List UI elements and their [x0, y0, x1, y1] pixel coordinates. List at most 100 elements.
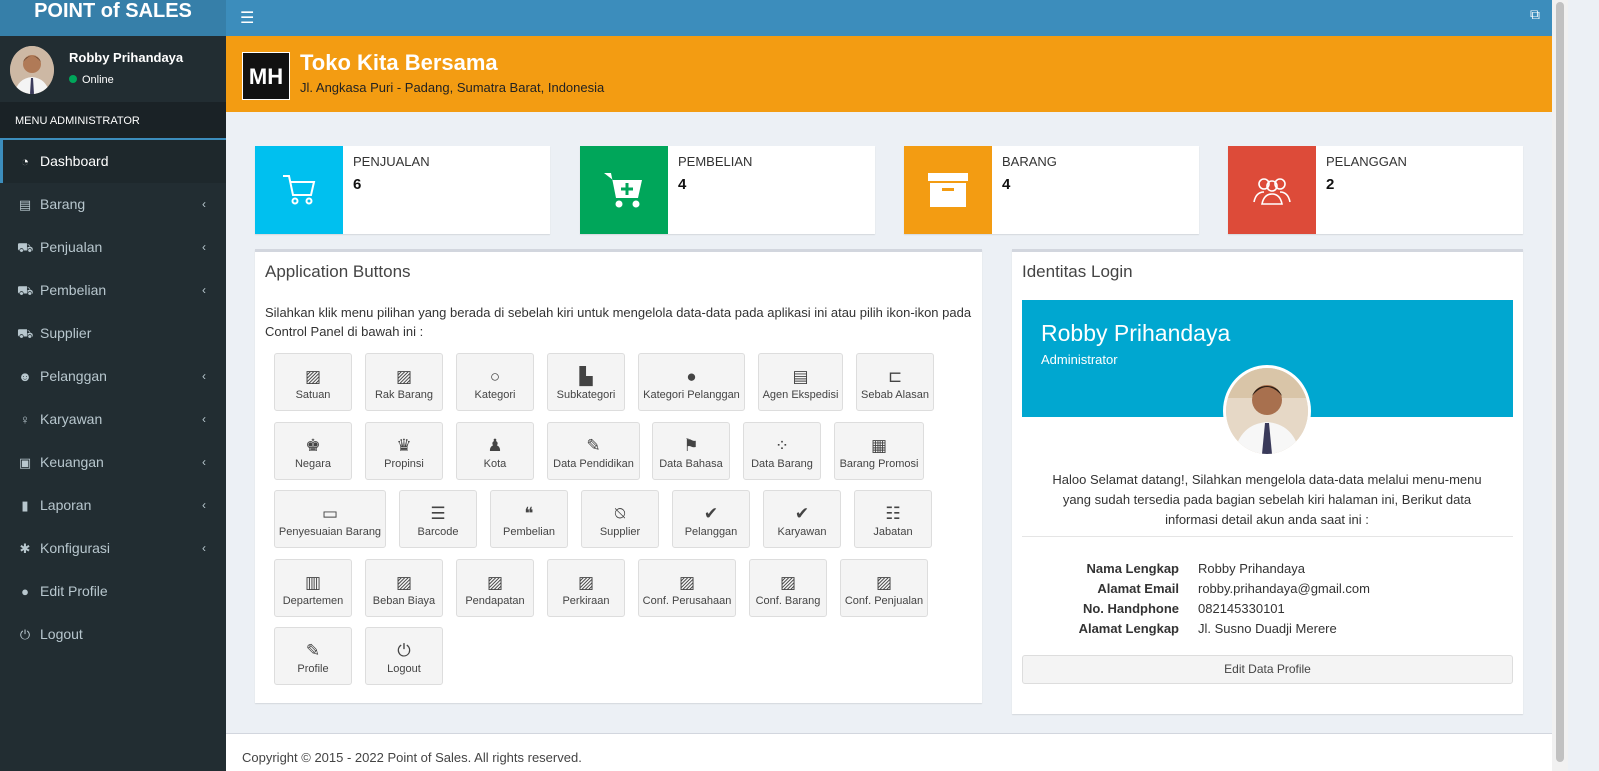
image-icon: ▨ [486, 573, 504, 592]
app-button-perkiraan[interactable]: ▨ Perkiraan [547, 559, 625, 617]
app-button-logout[interactable]: ⏻ Logout [365, 627, 443, 685]
profile-field-value: robby.prihandaya@gmail.com [1198, 581, 1370, 596]
app-logo[interactable]: POINT of SALES [0, 0, 226, 36]
chevron-left-icon: ‹ [202, 412, 206, 426]
edit-data-profile-button[interactable]: Edit Data Profile [1022, 655, 1513, 684]
external-link-icon[interactable]: ⧉ [1530, 6, 1540, 23]
app-button-profile[interactable]: ✎ Profile [274, 627, 352, 685]
app-button-subkategori[interactable]: ▙ Subkategori [547, 353, 625, 411]
stat-pelanggan[interactable]: PELANGGAN 2 [1228, 146, 1523, 234]
avatar [10, 46, 54, 94]
store-name: Toko Kita Bersama [300, 50, 498, 75]
image-icon: ▨ [395, 573, 413, 592]
app-button-departemen[interactable]: ▥ Departemen [274, 559, 352, 617]
chess-queen-icon: ♛ [396, 436, 412, 455]
app-button-barcode[interactable]: ☰ Barcode [399, 490, 477, 548]
app-button-penyesuaian-barang[interactable]: ▭ Penyesuaian Barang [274, 490, 386, 548]
app-button-supplier[interactable]: ⍉ Supplier [581, 490, 659, 548]
stat-pembelian[interactable]: PEMBELIAN 4 [580, 146, 875, 234]
welcome-message: Haloo Selamat datang!, Silahkan mengelol… [1052, 472, 1482, 527]
sidebar-item-edit-profile[interactable]: ● Edit Profile [0, 570, 226, 613]
sidebar-item-konfigurasi[interactable]: ✱ Konfigurasi ‹ [0, 527, 226, 570]
sidebar-item-dashboard[interactable]: ◔ Dashboard [0, 140, 226, 183]
app-button-jabatan[interactable]: ☷ Jabatan [854, 490, 932, 548]
profile-role: Administrator [1041, 352, 1118, 367]
sidebar-item-pembelian[interactable]: ⛟ Pembelian ‹ [0, 269, 226, 312]
user-icon: ● [21, 584, 29, 599]
profile-field-row: No. Handphone 082145330101 [1022, 599, 1513, 619]
sidebar-item-label: Karyawan [40, 411, 103, 427]
chevron-left-icon: ‹ [202, 369, 206, 383]
app-button-rak-barang[interactable]: ▨ Rak Barang [365, 353, 443, 411]
app-button-barang-promosi[interactable]: ▦ Barang Promosi [834, 422, 924, 480]
sidebar-item-karyawan[interactable]: ♀ Karyawan ‹ [0, 398, 226, 441]
vertical-scrollbar[interactable] [1552, 0, 1568, 771]
flag-icon: ⚑ [683, 436, 699, 455]
app-button-label: Sebab Alasan [861, 389, 929, 401]
sidebar-item-penjualan[interactable]: ⛟ Penjualan ‹ [0, 226, 226, 269]
bar-chart-icon: ▥ [304, 573, 322, 592]
stat-barang[interactable]: BARANG 4 [904, 146, 1199, 234]
app-button-conf-penjualan[interactable]: ▨ Conf. Penjualan [840, 559, 928, 617]
app-button-negara[interactable]: ♚ Negara [274, 422, 352, 480]
profile-field-value: Jl. Susno Duadji Merere [1198, 621, 1337, 636]
app-button-label: Logout [387, 663, 421, 675]
user-status: Online [69, 74, 114, 86]
app-button-label: Departemen [282, 595, 344, 607]
sidebar-item-logout[interactable]: ⏻ Logout [0, 613, 226, 656]
app-button-conf-barang[interactable]: ▨ Conf. Barang [749, 559, 827, 617]
app-button-label: Rak Barang [374, 389, 434, 401]
check-icon: ✔ [703, 504, 719, 523]
app-button-pembelian[interactable]: ❝ Pembelian [490, 490, 568, 548]
stat-penjualan[interactable]: PENJUALAN 6 [255, 146, 550, 234]
profile-field-label: Alamat Email [1097, 581, 1179, 596]
store-logo: MH [242, 52, 290, 100]
sidebar-item-laporan[interactable]: ▮ Laporan ‹ [0, 484, 226, 527]
app-button-data-barang[interactable]: ⁘ Data Barang [743, 422, 821, 480]
store-banner: MH Toko Kita Bersama Jl. Angkasa Puri - … [226, 36, 1552, 112]
app-button-data-bahasa[interactable]: ⚑ Data Bahasa [652, 422, 730, 480]
sidebar-item-barang[interactable]: ▤ Barang ‹ [0, 183, 226, 226]
app-button-label: Conf. Penjualan [844, 595, 924, 607]
app-button-kota[interactable]: ♟ Kota [456, 422, 534, 480]
profile-field-label: Alamat Lengkap [1078, 621, 1179, 636]
app-button-sebab-alasan[interactable]: ⊏ Sebab Alasan [856, 353, 934, 411]
app-button-label: Data Bahasa [659, 458, 723, 470]
sidebar-item-label: Edit Profile [40, 583, 108, 599]
scrollbar-thumb[interactable] [1556, 2, 1564, 762]
chevron-left-icon: ‹ [202, 283, 206, 297]
sidebar: POINT of SALES Robby Prihandaya Online M… [0, 0, 226, 771]
sidebar-item-pelanggan[interactable]: ☻ Pelanggan ‹ [0, 355, 226, 398]
stat-value: 6 [353, 176, 362, 193]
chess-pawn-icon: ♟ [487, 436, 503, 455]
app-button-beban-biaya[interactable]: ▨ Beban Biaya [365, 559, 443, 617]
image-icon: ▨ [304, 367, 322, 386]
sidebar-item-supplier[interactable]: ⛟ Supplier [0, 312, 226, 355]
app-button-karyawan[interactable]: ✔ Karyawan [763, 490, 841, 548]
online-dot-icon [69, 75, 77, 83]
store-address: Jl. Angkasa Puri - Padang, Sumatra Barat… [300, 80, 605, 95]
app-button-propinsi[interactable]: ♛ Propinsi [365, 422, 443, 480]
truck-icon: ⛟ [17, 326, 34, 341]
app-button-label: Barcode [417, 526, 459, 538]
app-button-kategori[interactable]: ○ Kategori [456, 353, 534, 411]
stat-value: 4 [1002, 176, 1011, 193]
archive-icon [904, 146, 992, 234]
sidebar-item-keuangan[interactable]: ▣ Keuangan ‹ [0, 441, 226, 484]
app-button-pelanggan[interactable]: ✔ Pelanggan [672, 490, 750, 548]
footer-text: Copyright © 2015 - 2022 Point of Sales. … [242, 750, 582, 765]
app-button-pendapatan[interactable]: ▨ Pendapatan [456, 559, 534, 617]
profile-photo [1223, 365, 1311, 457]
archive-icon: ▤ [18, 197, 32, 212]
image-icon: ▨ [395, 367, 413, 386]
hamburger-menu-icon[interactable]: ☰ [240, 8, 254, 28]
app-button-data-pendidikan[interactable]: ✎ Data Pendidikan [547, 422, 640, 480]
app-button-kategori-pelanggan[interactable]: ● Kategori Pelanggan [638, 353, 745, 411]
app-button-agen-ekspedisi[interactable]: ▤ Agen Ekspedisi [758, 353, 843, 411]
app-button-satuan[interactable]: ▨ Satuan [274, 353, 352, 411]
app-button-conf-perusahaan[interactable]: ▨ Conf. Perusahaan [638, 559, 736, 617]
list-icon: ☷ [885, 504, 901, 523]
box-description: Silahkan klik menu pilihan yang berada d… [265, 305, 972, 339]
book-icon: ▮ [21, 498, 29, 513]
circle-icon: ● [686, 367, 697, 386]
